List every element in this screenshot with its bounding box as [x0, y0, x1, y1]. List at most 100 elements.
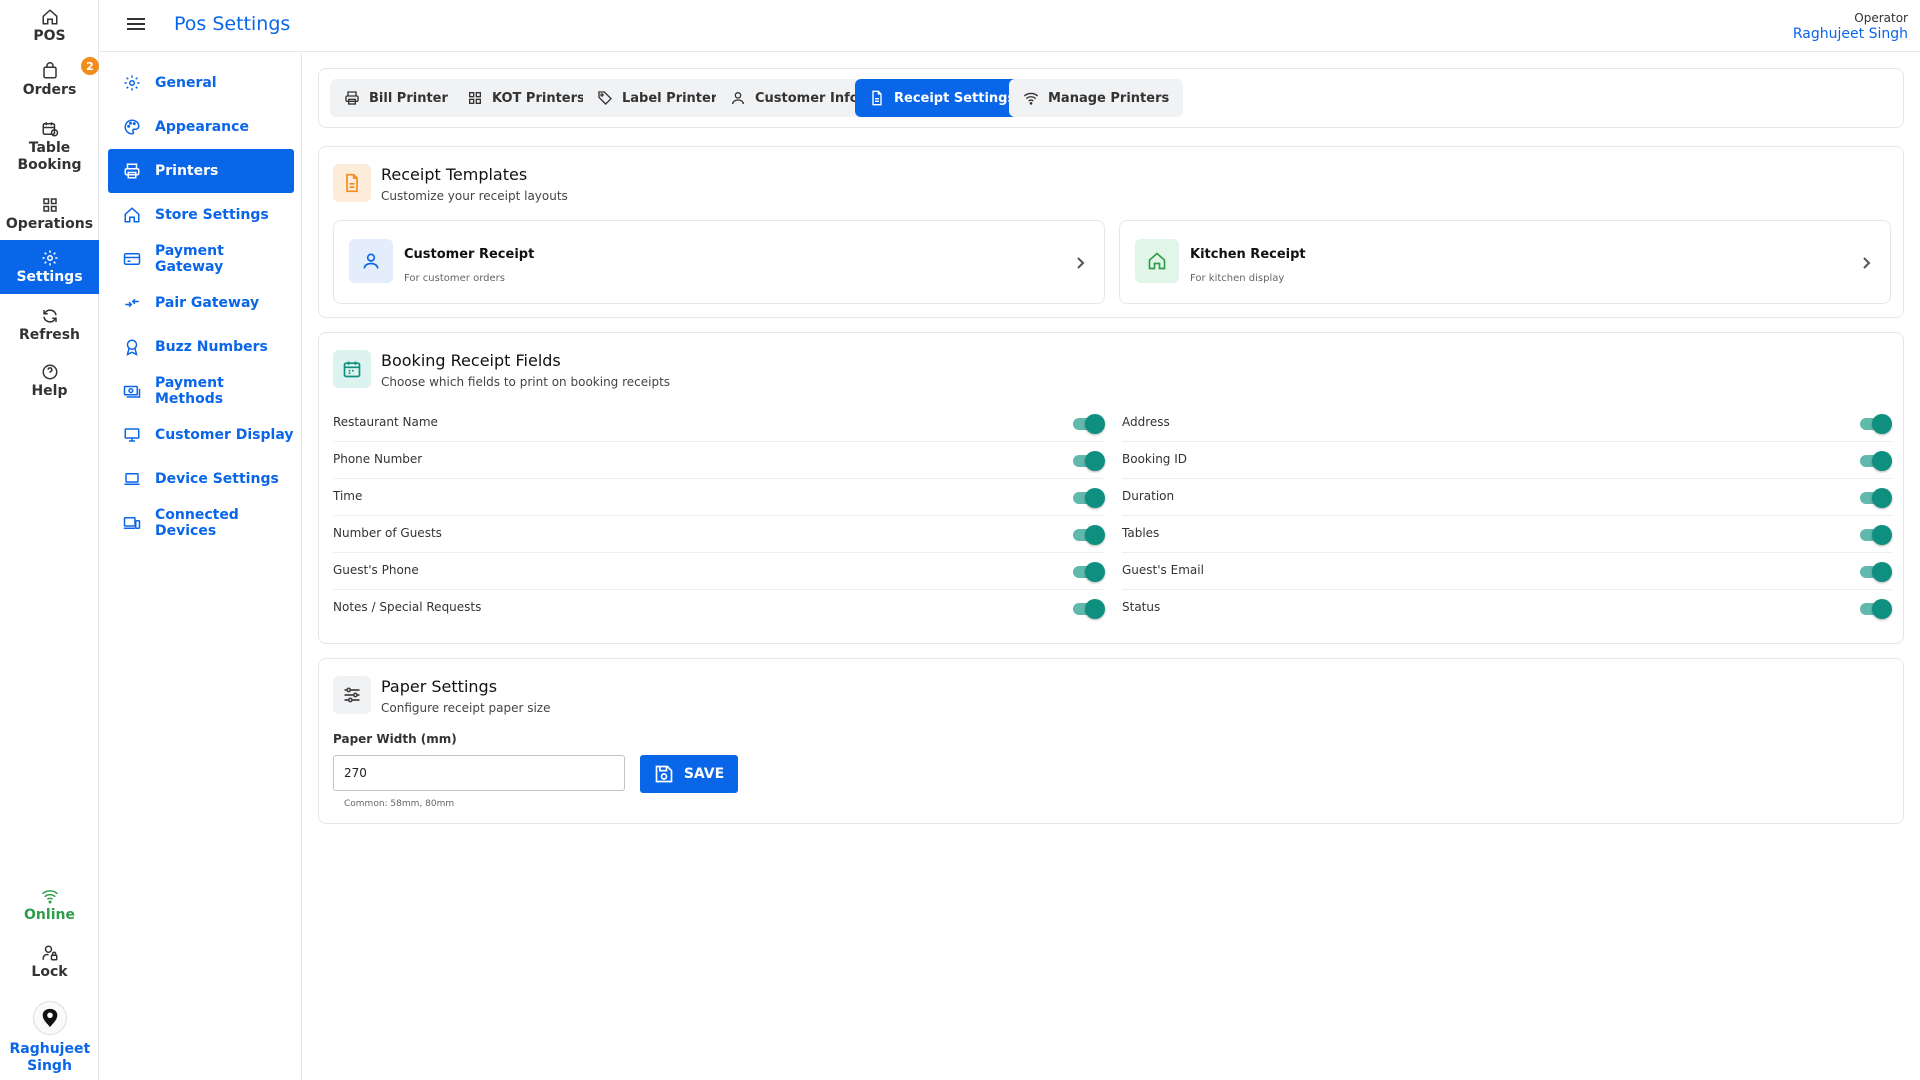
template-icon	[1135, 239, 1179, 283]
field-row-restaurant-name: Restaurant Name	[333, 405, 1105, 442]
settings-nav-connected-devices[interactable]: Connected Devices	[108, 501, 294, 545]
document-icon	[872, 90, 882, 106]
field-label: Notes / Special Requests	[333, 600, 482, 614]
settings-nav-label: Payment Methods	[155, 375, 224, 407]
operator-role: Operator	[1854, 11, 1908, 25]
field-toggle[interactable]	[1860, 414, 1892, 434]
tab-label: KOT Printers	[492, 90, 585, 106]
field-row-guests-phone: Guest's Phone	[333, 553, 1105, 590]
field-toggle[interactable]	[1860, 599, 1892, 619]
field-toggle[interactable]	[1860, 451, 1892, 471]
tab-receipt-settings[interactable]: Receipt Settings	[855, 79, 1030, 117]
settings-nav-label: Connected Devices	[155, 507, 239, 539]
settings-nav-pair-gateway[interactable]: Pair Gateway	[108, 281, 294, 325]
field-toggle[interactable]	[1860, 525, 1892, 545]
palette-icon	[124, 119, 140, 135]
calendar-icon	[343, 361, 361, 378]
user-icon	[732, 92, 744, 105]
settings-nav-label: Buzz Numbers	[155, 339, 268, 355]
hamburger-icon	[127, 18, 145, 20]
settings-nav-store-settings[interactable]: Store Settings	[108, 193, 294, 237]
settings-nav-label: Appearance	[155, 119, 249, 135]
save-button-label: SAVE	[683, 766, 725, 782]
rail-item-label: Orders	[22, 81, 77, 98]
field-label: Restaurant Name	[333, 415, 438, 429]
field-toggle[interactable]	[1073, 562, 1105, 582]
section-header: Booking Receipt Fields Choose which fiel…	[333, 350, 670, 389]
settings-nav-buzz-numbers[interactable]: Buzz Numbers	[108, 325, 294, 369]
field-toggle[interactable]	[1073, 414, 1105, 434]
settings-nav-customer-display[interactable]: Customer Display	[108, 413, 294, 457]
field-label: Duration	[1122, 489, 1175, 503]
rail-item-lock[interactable]: Lock	[0, 942, 99, 982]
section-title: Paper Settings	[381, 677, 498, 696]
settings-nav-device-settings[interactable]: Device Settings	[108, 457, 294, 501]
field-label: Booking ID	[1122, 452, 1188, 466]
rail-item-refresh[interactable]: Refresh	[0, 305, 99, 345]
operator-name[interactable]: Raghujeet Singh	[1793, 26, 1908, 42]
rail-item-help[interactable]: Help	[0, 361, 99, 401]
settings-nav-general[interactable]: General	[108, 61, 294, 105]
tab-label: Customer Info	[755, 90, 859, 106]
settings-nav-payment-gateway[interactable]: Payment Gateway	[108, 237, 294, 281]
rail-item-pos[interactable]: POS	[0, 6, 99, 46]
rail-item-label: Refresh	[18, 326, 81, 343]
tab-label-printer[interactable]: Label Printer	[583, 79, 732, 117]
settings-nav-label: Payment Gateway	[155, 243, 224, 275]
field-toggle[interactable]	[1073, 599, 1105, 619]
field-label: Guest's Phone	[333, 563, 419, 577]
settings-nav-appearance[interactable]: Appearance	[108, 105, 294, 149]
field-row-number-of-guests: Number of Guests	[333, 516, 1105, 553]
rail-item-label: Table Booking	[17, 140, 82, 173]
orders-count-badge: 2	[81, 57, 99, 75]
brand-logo-icon	[42, 1008, 57, 1028]
gear-icon	[124, 75, 140, 91]
field-toggle[interactable]	[1860, 562, 1892, 582]
tab-label: Manage Printers	[1048, 90, 1170, 106]
card-icon	[123, 253, 141, 265]
field-row-duration: Duration	[1122, 479, 1892, 516]
field-toggle[interactable]	[1073, 488, 1105, 508]
settings-nav-label: Store Settings	[155, 207, 269, 223]
field-toggle[interactable]	[1073, 525, 1105, 545]
section-header: Receipt Templates Customize your receipt…	[333, 164, 568, 203]
field-label: Time	[333, 489, 363, 503]
field-row-guests-email: Guest's Email	[1122, 553, 1892, 590]
printer-icon	[124, 163, 140, 179]
settings-nav-label: Pair Gateway	[155, 295, 260, 311]
field-row-phone-number: Phone Number	[333, 442, 1105, 479]
devices-icon	[123, 517, 141, 529]
template-icon	[349, 239, 393, 283]
rail-item-settings[interactable]: Settings	[0, 240, 99, 294]
tab-manage-printers[interactable]: Manage Printers	[1009, 79, 1184, 117]
save-button[interactable]: SAVE	[640, 755, 738, 793]
tab-kot-printers[interactable]: KOT Printers	[453, 79, 599, 117]
section-subtitle: Customize your receipt layouts	[381, 189, 568, 203]
menu-toggle-button[interactable]	[127, 15, 147, 35]
section-title: Receipt Templates	[381, 165, 528, 184]
rail-user-profile[interactable]: Raghujeet Singh	[0, 1000, 99, 1076]
refresh-icon	[42, 308, 57, 323]
home-icon	[1148, 252, 1166, 270]
field-toggle[interactable]	[1860, 488, 1892, 508]
paper-width-input[interactable]	[333, 755, 625, 791]
rail-item-table-booking[interactable]: Table Booking	[0, 118, 99, 176]
rail-item-operations[interactable]: Operations	[0, 194, 99, 234]
tab-customer-info[interactable]: Customer Info	[716, 79, 873, 117]
home-icon	[124, 207, 140, 223]
settings-nav-printers[interactable]: Printers	[108, 149, 294, 193]
tab-bill-printer[interactable]: Bill Printer	[330, 79, 462, 117]
settings-nav: General Appearance Printers Store Settin…	[100, 53, 302, 1080]
template-title: Kitchen Receipt	[1190, 247, 1306, 262]
kitchen-receipt-template[interactable]: Kitchen Receipt For kitchen display	[1119, 220, 1891, 304]
wifi-icon	[41, 889, 58, 903]
paper-width-label: Paper Width (mm)	[333, 732, 457, 746]
badge-icon	[126, 339, 138, 356]
tab-label: Label Printer	[622, 90, 718, 106]
settings-nav-payment-methods[interactable]: Payment Methods	[108, 369, 294, 413]
grid-icon	[469, 92, 481, 104]
field-toggle[interactable]	[1073, 451, 1105, 471]
section-subtitle: Configure receipt paper size	[381, 701, 551, 715]
customer-receipt-template[interactable]: Customer Receipt For customer orders	[333, 220, 1105, 304]
paper-width-hint: Common: 58mm, 80mm	[344, 799, 455, 809]
